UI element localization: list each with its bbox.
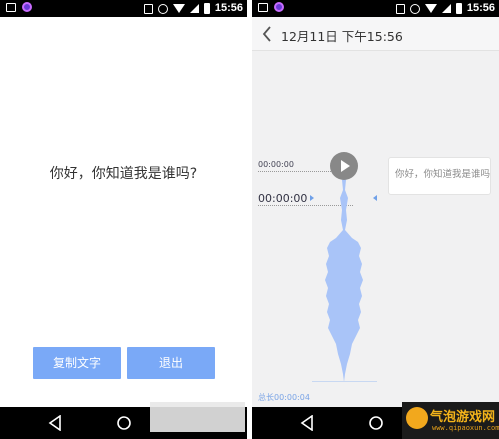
track-time-current: 00:00:00 (258, 192, 308, 205)
navigation-bar (0, 402, 247, 439)
site-watermark: 气泡游戏网 www.qipaoxun.com (402, 402, 499, 439)
play-button[interactable] (330, 152, 358, 180)
track-time-small: 00:00:00 (258, 160, 294, 169)
left-phone-screen: 15:56 你好，你知道我是谁吗? 复制文字 退出 (0, 0, 247, 439)
total-duration: 总长00:00:04 (258, 393, 310, 402)
status-time: 15:56 (214, 2, 243, 14)
transcript-bubble: 你好，你知道我是谁吗 (388, 157, 491, 195)
back-icon[interactable] (48, 415, 62, 431)
range-marker-left[interactable] (310, 195, 314, 201)
play-icon (341, 160, 350, 172)
range-marker-right[interactable] (373, 195, 377, 201)
exit-button[interactable]: 退出 (127, 347, 215, 379)
audio-waveform (325, 168, 363, 382)
status-bar: 15:56 (0, 0, 247, 17)
waveform-baseline (312, 381, 377, 382)
watermark-logo-icon (406, 407, 428, 429)
blurred-area (150, 402, 245, 432)
recording-header: 12月11日 下午15:56 (252, 17, 499, 51)
vibrate-icon (143, 3, 153, 14)
home-icon[interactable] (368, 415, 384, 431)
back-icon[interactable] (300, 415, 314, 431)
signal-icon (441, 4, 451, 13)
image-icon (6, 2, 16, 12)
camera-icon (274, 2, 284, 12)
battery-icon (203, 3, 210, 14)
recognized-text: 你好，你知道我是谁吗? (49, 166, 198, 182)
status-bar: 15:56 (252, 0, 499, 17)
battery-icon (455, 3, 462, 14)
signal-icon (189, 4, 199, 13)
alarm-icon (157, 3, 168, 14)
copy-text-button[interactable]: 复制文字 (33, 347, 121, 379)
camera-icon (22, 2, 32, 12)
watermark-title: 气泡游戏网 (430, 410, 496, 425)
home-icon[interactable] (116, 415, 132, 431)
recording-title: 12月11日 下午15:56 (281, 29, 403, 44)
watermark-subtitle: www.qipaoxun.com (432, 424, 499, 432)
image-icon (258, 2, 268, 12)
wifi-icon (424, 4, 437, 13)
wifi-icon (172, 4, 185, 13)
alarm-icon (409, 3, 420, 14)
app-root: 15:56 你好，你知道我是谁吗? 复制文字 退出 15:56 12月11日 下… (0, 0, 499, 439)
status-time: 15:56 (466, 2, 495, 14)
right-phone-screen: 15:56 12月11日 下午15:56 00:00:00 00:00:00 你… (252, 0, 499, 439)
chevron-left-icon[interactable] (262, 26, 272, 42)
vibrate-icon (395, 3, 405, 14)
